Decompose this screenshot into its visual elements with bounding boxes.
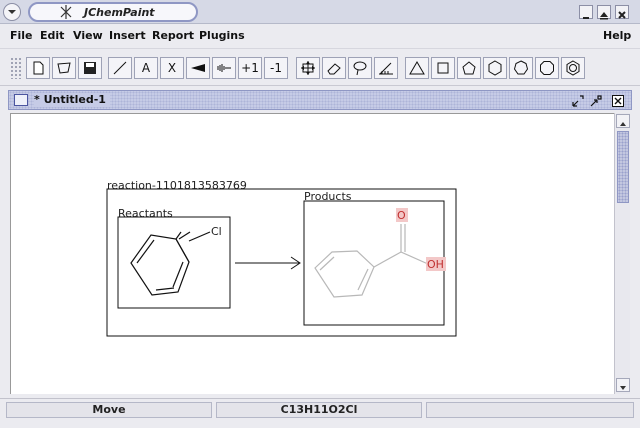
hatch-bond-icon xyxy=(217,64,231,72)
bond-tool-icon xyxy=(113,61,127,75)
close-button[interactable] xyxy=(615,5,629,19)
bond-tool-button[interactable] xyxy=(108,57,132,79)
scrollbar-thumb[interactable] xyxy=(617,131,629,203)
wedge-bond-button[interactable] xyxy=(186,57,210,79)
benzene-ring-button[interactable] xyxy=(561,57,585,79)
arrow-up-icon xyxy=(620,122,626,126)
minimize-button[interactable] xyxy=(579,5,593,19)
status-extra xyxy=(426,402,634,418)
triangle-ring-icon xyxy=(409,61,425,75)
c-cl-bond xyxy=(188,231,211,242)
new-button[interactable] xyxy=(26,57,50,79)
heptagon-ring-icon xyxy=(513,60,529,75)
eraser-button[interactable] xyxy=(322,57,346,79)
benzene-ring-icon xyxy=(566,60,580,76)
move-tool-icon xyxy=(301,61,315,75)
products-box[interactable] xyxy=(303,200,445,326)
reactants-label: Reactants xyxy=(118,207,173,220)
arrow-down-icon xyxy=(620,386,626,390)
maximize-button[interactable] xyxy=(597,5,611,20)
frame-close-button[interactable] xyxy=(611,93,625,107)
document-title: * Untitled-1 xyxy=(34,93,110,107)
menu-help[interactable]: Help xyxy=(603,29,631,43)
pentagon-ring-button[interactable] xyxy=(457,57,481,79)
status-mode: Move xyxy=(6,402,212,418)
square-ring-button[interactable] xyxy=(431,57,455,79)
menu-report[interactable]: Report xyxy=(152,29,194,43)
hexagon-ring-button[interactable] xyxy=(483,57,507,79)
maximize-icon xyxy=(600,12,608,20)
menu-file[interactable]: File xyxy=(10,29,33,43)
increase-charge-button[interactable]: +1 xyxy=(238,57,262,79)
hydroxyl-atom-label[interactable]: OH xyxy=(427,258,444,271)
chlorine-atom-label[interactable]: Cl xyxy=(211,225,222,238)
toolbar-grip[interactable] xyxy=(10,57,22,79)
lasso-button[interactable] xyxy=(348,57,372,79)
status-formula: C13H11O2Cl xyxy=(216,402,422,418)
reaction-id-label: reaction-1101813583769 xyxy=(107,179,247,192)
triangle-ring-button[interactable] xyxy=(405,57,429,79)
toolbar: A X +1 -1 xyxy=(0,48,640,86)
menu-insert[interactable]: Insert xyxy=(109,29,146,43)
chlorobenzene-molecule[interactable] xyxy=(130,230,190,296)
move-tool-button[interactable] xyxy=(296,57,320,79)
eraser-icon xyxy=(327,63,341,75)
document-frame-titlebar[interactable]: * Untitled-1 xyxy=(8,90,632,110)
drawing-canvas[interactable]: reaction-1101813583769 Reactants Cl Prod… xyxy=(10,113,614,394)
jchempaint-window: JChemPaint File Edit View Insert Report … xyxy=(0,0,640,428)
increase-charge-label: +1 xyxy=(241,61,259,75)
iconify-icon xyxy=(572,95,584,107)
system-menu-button[interactable] xyxy=(3,3,21,21)
menu-plugins[interactable]: Plugins xyxy=(199,29,245,43)
benzoic-acid-molecule[interactable] xyxy=(314,224,429,298)
decrease-charge-button[interactable]: -1 xyxy=(264,57,288,79)
scroll-up-button[interactable] xyxy=(616,114,630,128)
reactant-bonds-extra xyxy=(155,231,191,291)
menu-edit[interactable]: Edit xyxy=(40,29,64,43)
wedge-bond-icon xyxy=(191,64,205,72)
document-icon xyxy=(14,94,28,106)
reaction-arrow[interactable] xyxy=(235,256,301,270)
close-icon xyxy=(618,11,626,19)
new-document-icon xyxy=(33,61,44,75)
oxygen-atom-label[interactable]: O xyxy=(397,209,406,222)
hexagon-ring-icon xyxy=(488,60,502,76)
save-icon xyxy=(84,62,96,74)
octagon-ring-icon xyxy=(540,61,554,75)
decrease-charge-label: -1 xyxy=(270,61,282,75)
text-tool-icon: A xyxy=(141,61,151,75)
heptagon-ring-button[interactable] xyxy=(509,57,533,79)
hatch-bond-button[interactable] xyxy=(212,57,236,79)
vertical-scrollbar[interactable] xyxy=(614,113,630,394)
cross-tool-icon: X xyxy=(167,61,177,75)
window-title: JChemPaint xyxy=(84,6,155,19)
pentagon-ring-icon xyxy=(462,61,476,75)
lasso-select-button[interactable] xyxy=(52,57,76,79)
frame-iconify-button[interactable] xyxy=(571,93,585,107)
menu-view[interactable]: View xyxy=(73,29,103,43)
frame-maximize-icon xyxy=(590,95,602,107)
ruler-button[interactable] xyxy=(374,57,398,79)
title-pill: JChemPaint xyxy=(28,2,198,22)
minimize-icon xyxy=(583,17,589,19)
ruler-icon xyxy=(379,62,393,75)
square-ring-icon xyxy=(437,62,449,74)
frame-maximize-button[interactable] xyxy=(589,93,603,107)
octagon-ring-button[interactable] xyxy=(535,57,559,79)
reaction-drawing: reaction-1101813583769 Reactants Cl Prod… xyxy=(106,179,457,337)
frame-close-icon xyxy=(612,95,624,107)
text-tool-button[interactable]: A xyxy=(134,57,158,79)
lasso-icon xyxy=(353,61,367,76)
title-bar[interactable]: JChemPaint xyxy=(0,0,640,24)
menu-bar: File Edit View Insert Report Plugins Hel… xyxy=(0,25,640,47)
app-logo-icon xyxy=(60,5,72,19)
lasso-select-icon xyxy=(57,62,71,74)
status-bar: Move C13H11O2Cl xyxy=(0,398,640,420)
chevron-down-icon xyxy=(8,10,16,14)
save-button[interactable] xyxy=(78,57,102,79)
scroll-down-button[interactable] xyxy=(616,378,630,392)
cross-tool-button[interactable]: X xyxy=(160,57,184,79)
